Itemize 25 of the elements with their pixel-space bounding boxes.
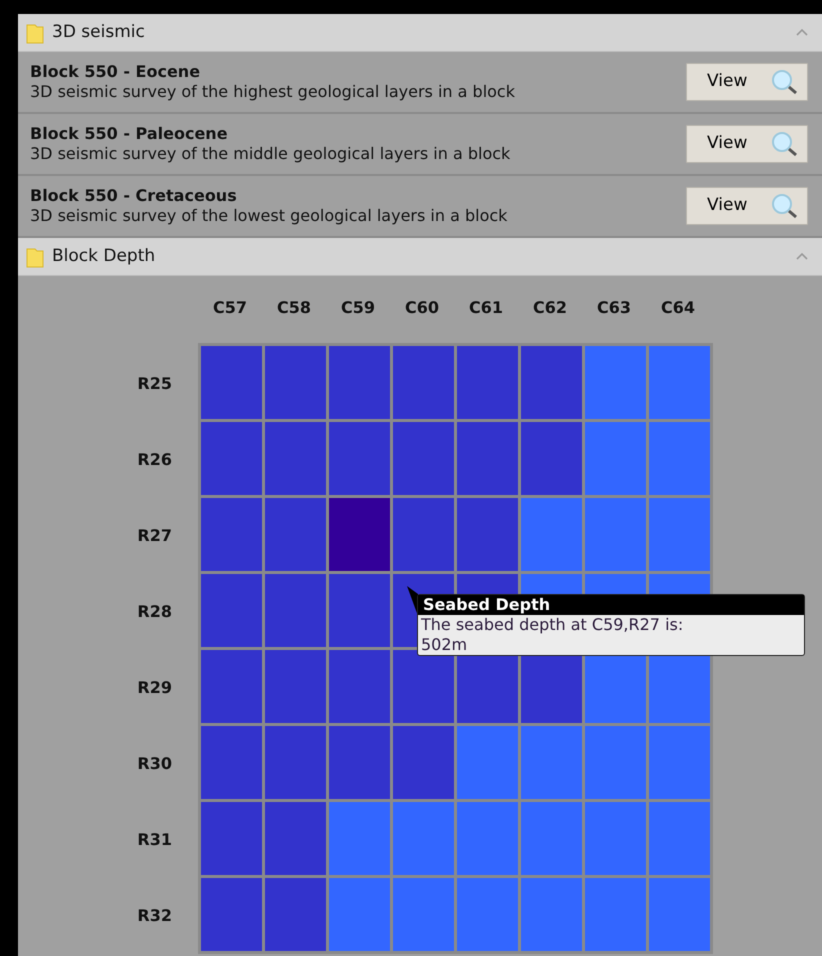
item-description: 3D seismic survey of the middle geological layers in a block [30,144,512,164]
row-label: R26 [136,449,173,471]
column-label: C59 [340,297,376,319]
column-label: C57 [212,297,248,319]
row-label: R32 [136,905,173,927]
tooltip-text: The seabed depth at C59,R27 is: 502m [420,615,684,655]
item-description: 3D seismic survey of the highest geological layers in a block [30,82,516,102]
row-label: R30 [136,753,173,775]
row-label: R25 [136,373,173,395]
section-title: 3D seismic [52,20,145,44]
row-label: R27 [136,525,173,547]
item-title: Block 550 - Paleocene [30,124,229,144]
column-label: C63 [596,297,632,319]
column-label: C58 [276,297,312,319]
row-label: R29 [136,677,173,699]
item-title: Block 550 - Eocene [30,62,202,82]
row-label: R28 [136,601,173,623]
item-description: 3D seismic survey of the lowest geological layers in a block [30,206,508,226]
column-label: C64 [660,297,696,319]
item-title: Block 550 - Cretaceous [30,186,238,206]
section-title: Block Depth [52,244,156,268]
column-label: C61 [468,297,504,319]
row-label: R31 [136,829,173,851]
column-label: C60 [404,297,440,319]
column-label: C62 [532,297,568,319]
